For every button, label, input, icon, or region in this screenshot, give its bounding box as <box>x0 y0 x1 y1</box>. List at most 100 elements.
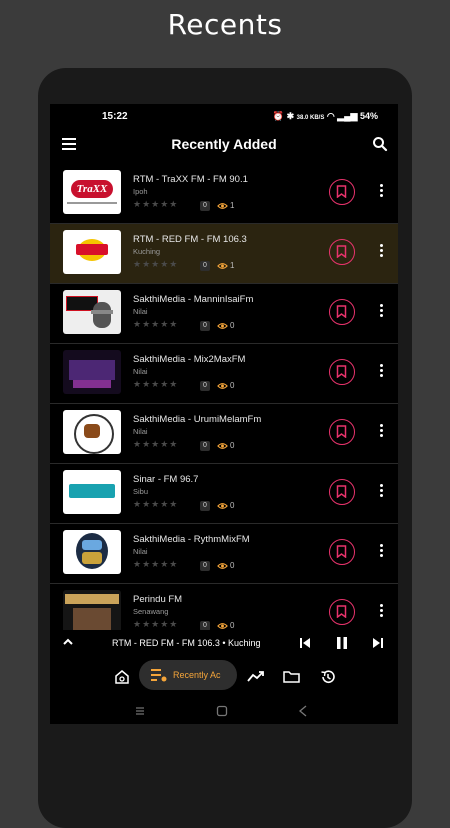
station-row-2[interactable]: RTM - RED FM - FM 106.3 Kuching ★★★★★ 0 … <box>50 224 398 284</box>
station-row-5[interactable]: SakthiMedia - UrumiMelamFm Nilai ★★★★★ 0… <box>50 404 398 464</box>
station-list: TraXX RTM - TraXX FM - FM 90.1 Ipoh ★★★★… <box>50 164 398 644</box>
rating-count: 0 <box>200 561 210 571</box>
home-key-icon[interactable] <box>216 705 228 717</box>
favorite-button[interactable] <box>329 299 355 325</box>
star-rating[interactable]: ★★★★★ <box>133 439 178 450</box>
red-fm-logo <box>63 230 121 274</box>
bluetooth-icon: ✱ <box>286 111 295 121</box>
eye-icon <box>217 443 228 449</box>
gesture-nav-bar <box>50 700 398 724</box>
star-rating[interactable]: ★★★★★ <box>133 319 178 330</box>
station-title: Sinar - FM 96.7 <box>133 474 199 485</box>
chevron-up-icon[interactable] <box>62 636 74 648</box>
star-rating[interactable]: ★★★★★ <box>133 499 178 510</box>
bookmark-icon <box>336 365 347 378</box>
eye-icon <box>217 503 228 509</box>
station-title: RTM - RED FM - FM 106.3 <box>133 234 247 245</box>
bookmark-icon <box>336 185 347 198</box>
folder-icon[interactable] <box>283 670 300 683</box>
station-title: Perindu FM <box>133 594 183 605</box>
rating-count: 0 <box>200 201 210 211</box>
eye-icon <box>217 563 228 569</box>
bookmark-icon <box>336 545 347 558</box>
rating-count: 0 <box>200 321 210 331</box>
station-row-7[interactable]: SakthiMedia - RythmMixFM Nilai ★★★★★ 0 0 <box>50 524 398 584</box>
alarm-icon: ⏰ <box>272 111 285 121</box>
nav-recently-added[interactable]: Recently Ac <box>139 660 237 690</box>
bookmark-icon <box>336 245 347 258</box>
favorite-button[interactable] <box>329 359 355 385</box>
pause-icon[interactable] <box>335 636 349 650</box>
skip-next-icon[interactable] <box>372 637 384 649</box>
more-vert-icon[interactable] <box>380 184 384 200</box>
star-rating[interactable]: ★★★★★ <box>133 199 178 210</box>
mini-player[interactable]: RTM - RED FM - FM 106.3 • Kuching <box>50 630 398 658</box>
rythm-mix-logo <box>63 530 121 574</box>
rating-count: 0 <box>200 441 210 451</box>
favorite-button[interactable] <box>329 419 355 445</box>
star-rating[interactable]: ★★★★★ <box>133 259 178 270</box>
urumi-logo <box>63 410 121 454</box>
station-location: Nilai <box>133 367 148 376</box>
search-icon[interactable] <box>372 136 388 152</box>
more-vert-icon[interactable] <box>380 604 384 620</box>
station-location: Nilai <box>133 547 148 556</box>
station-location: Nilai <box>133 427 148 436</box>
eye-icon <box>217 263 228 269</box>
star-rating[interactable]: ★★★★★ <box>133 379 178 390</box>
star-rating[interactable]: ★★★★★ <box>133 559 178 570</box>
app-bar: Recently Added <box>50 128 398 164</box>
view-count: 0 <box>230 561 235 570</box>
more-vert-icon[interactable] <box>380 304 384 320</box>
favorite-button[interactable] <box>329 239 355 265</box>
nav-active-label: Recently Ac <box>173 670 221 680</box>
more-vert-icon[interactable] <box>380 484 384 500</box>
star-rating[interactable]: ★★★★★ <box>133 619 178 630</box>
station-location: Senawang <box>133 607 169 616</box>
station-row-3[interactable]: SakthiMedia - ManninIsaiFm Nilai ★★★★★ 0… <box>50 284 398 344</box>
more-vert-icon[interactable] <box>380 364 384 380</box>
now-playing-text: RTM - RED FM - FM 106.3 • Kuching <box>112 638 261 648</box>
view-count: 0 <box>230 441 235 450</box>
eye-icon <box>217 383 228 389</box>
station-row-1[interactable]: TraXX RTM - TraXX FM - FM 90.1 Ipoh ★★★★… <box>50 164 398 224</box>
status-icons: ⏰ ✱ 38.0 KB/S ◠ ▂▄▆ 54% <box>273 111 378 122</box>
view-count: 1 <box>230 201 235 210</box>
status-bar: 15:22 ⏰ ✱ 38.0 KB/S ◠ ▂▄▆ 54% <box>50 104 398 128</box>
favorite-button[interactable] <box>329 539 355 565</box>
trending-icon[interactable] <box>247 670 265 682</box>
perindu-logo <box>63 590 121 634</box>
home-radio-icon[interactable] <box>114 669 130 685</box>
eye-icon <box>217 323 228 329</box>
app-screen: 15:22 ⏰ ✱ 38.0 KB/S ◠ ▂▄▆ 54% Recently A… <box>50 104 398 724</box>
view-count: 0 <box>230 621 235 630</box>
wifi-icon: ◠ <box>326 111 335 121</box>
favorite-button[interactable] <box>329 479 355 505</box>
station-row-6[interactable]: Sinar - FM 96.7 Sibu ★★★★★ 0 0 <box>50 464 398 524</box>
recents-key-icon[interactable] <box>134 706 146 716</box>
more-vert-icon[interactable] <box>380 244 384 260</box>
more-vert-icon[interactable] <box>380 424 384 440</box>
favorite-button[interactable] <box>329 179 355 205</box>
station-title: SakthiMedia - RythmMixFM <box>133 534 250 545</box>
station-location: Ipoh <box>133 187 148 196</box>
bookmark-icon <box>336 425 347 438</box>
view-count: 0 <box>230 321 235 330</box>
back-key-icon[interactable] <box>298 705 308 717</box>
station-row-4[interactable]: SakthiMedia - Mix2MaxFM Nilai ★★★★★ 0 0 <box>50 344 398 404</box>
favorite-button[interactable] <box>329 599 355 625</box>
app-bar-title: Recently Added <box>171 136 277 152</box>
history-icon[interactable] <box>320 669 336 685</box>
on-air-logo <box>63 290 121 334</box>
more-vert-icon[interactable] <box>380 544 384 560</box>
rating-count: 0 <box>200 261 210 271</box>
page-title: Recents <box>167 8 283 41</box>
station-title: RTM - TraXX FM - FM 90.1 <box>133 174 248 185</box>
station-title: SakthiMedia - ManninIsaiFm <box>133 294 254 305</box>
station-location: Nilai <box>133 307 148 316</box>
view-count: 0 <box>230 381 235 390</box>
skip-previous-icon[interactable] <box>299 637 311 649</box>
status-time: 15:22 <box>102 111 128 122</box>
bookmark-icon <box>336 485 347 498</box>
bookmark-icon <box>336 305 347 318</box>
